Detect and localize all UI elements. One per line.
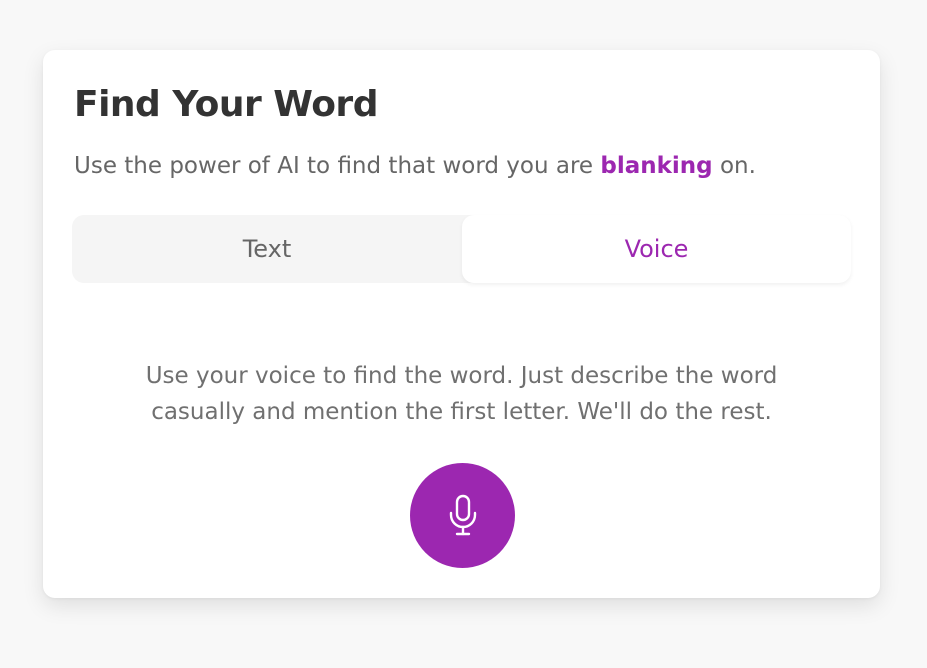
find-word-card: Find Your Word Use the power of AI to fi… (43, 50, 880, 598)
page-title: Find Your Word (74, 84, 378, 125)
subtitle-highlight: blanking (600, 153, 713, 179)
record-voice-button[interactable] (410, 463, 515, 568)
microphone-icon (449, 494, 476, 535)
tab-voice[interactable]: Voice (462, 215, 851, 283)
subtitle-text-before: Use the power of AI to find that word yo… (74, 153, 601, 179)
subtitle: Use the power of AI to find that word yo… (74, 149, 756, 183)
voice-panel: Use your voice to find the word. Just de… (43, 358, 880, 430)
voice-instructions: Use your voice to find the word. Just de… (145, 363, 778, 425)
input-mode-tabs: Text Voice (72, 215, 851, 283)
subtitle-text-after: on. (712, 153, 756, 179)
tab-text[interactable]: Text (72, 215, 462, 283)
